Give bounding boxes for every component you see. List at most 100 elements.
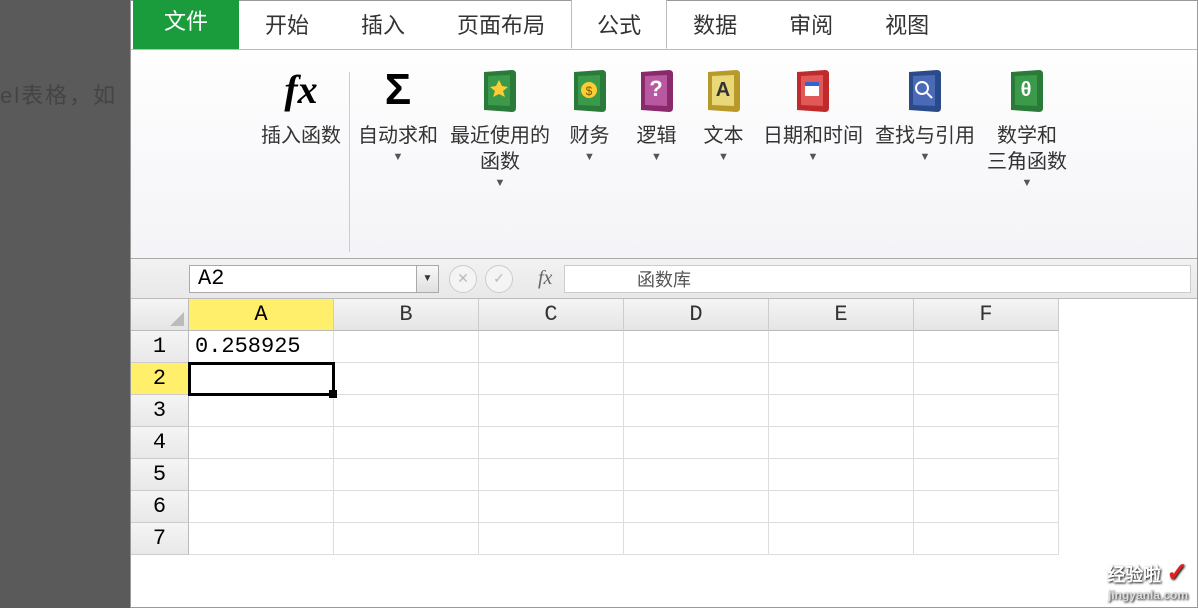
cell-b6[interactable] xyxy=(334,491,479,523)
book-theta-icon: θ xyxy=(1000,62,1055,117)
tab-review[interactable]: 审阅 xyxy=(763,0,859,49)
ribbon: fx 插入函数 Σ 自动求和 ▼ 最近使用的 函数 xyxy=(131,49,1197,259)
cell-c2[interactable] xyxy=(479,363,624,395)
cell-f3[interactable] xyxy=(914,395,1059,427)
math-button[interactable]: θ 数学和 三角函数 ▼ xyxy=(981,62,1073,189)
col-header-a[interactable]: A xyxy=(189,299,334,331)
autosum-button[interactable]: Σ 自动求和 ▼ xyxy=(352,62,444,163)
col-header-b[interactable]: B xyxy=(334,299,479,331)
cell-d6[interactable] xyxy=(624,491,769,523)
col-header-f[interactable]: F xyxy=(914,299,1059,331)
text-button[interactable]: A 文本 ▼ xyxy=(690,62,757,163)
watermark-sub: jingyanla.com xyxy=(1107,588,1188,602)
cell-c4[interactable] xyxy=(479,427,624,459)
autosum-label: 自动求和 xyxy=(358,123,438,149)
financial-button[interactable]: $ 财务 ▼ xyxy=(556,62,623,163)
datetime-button[interactable]: 日期和时间 ▼ xyxy=(757,62,869,163)
cell-e7[interactable] xyxy=(769,523,914,555)
cell-b5[interactable] xyxy=(334,459,479,491)
insert-function-button[interactable]: fx 插入函数 xyxy=(255,62,347,149)
col-header-c[interactable]: C xyxy=(479,299,624,331)
cell-f4[interactable] xyxy=(914,427,1059,459)
svg-text:θ: θ xyxy=(1021,79,1032,101)
cell-e2[interactable] xyxy=(769,363,914,395)
tab-data[interactable]: 数据 xyxy=(667,0,763,49)
recent-label: 最近使用的 函数 xyxy=(450,123,550,175)
lookup-label: 查找与引用 xyxy=(875,123,975,149)
chevron-down-icon: ▼ xyxy=(495,177,506,189)
svg-text:$: $ xyxy=(585,84,592,98)
cell-b1[interactable] xyxy=(334,331,479,363)
recent-functions-button[interactable]: 最近使用的 函数 ▼ xyxy=(444,62,556,189)
cell-c5[interactable] xyxy=(479,459,624,491)
row-header-2[interactable]: 2 xyxy=(131,363,189,395)
lookup-button[interactable]: 查找与引用 ▼ xyxy=(869,62,981,163)
cell-d2[interactable] xyxy=(624,363,769,395)
svg-text:A: A xyxy=(715,79,729,101)
chevron-down-icon: ▼ xyxy=(1022,177,1033,189)
cell-f5[interactable] xyxy=(914,459,1059,491)
cell-e5[interactable] xyxy=(769,459,914,491)
cell-c3[interactable] xyxy=(479,395,624,427)
col-header-d[interactable]: D xyxy=(624,299,769,331)
cell-e6[interactable] xyxy=(769,491,914,523)
checkmark-icon: ✓ xyxy=(1166,557,1188,587)
cell-b2[interactable] xyxy=(334,363,479,395)
tab-file[interactable]: 文件 xyxy=(133,0,239,49)
col-header-e[interactable]: E xyxy=(769,299,914,331)
cell-a1[interactable]: 0.258925 xyxy=(189,331,334,363)
cell-a5[interactable] xyxy=(189,459,334,491)
cell-e3[interactable] xyxy=(769,395,914,427)
chevron-down-icon: ▼ xyxy=(651,151,662,163)
tab-layout[interactable]: 页面布局 xyxy=(431,0,571,49)
book-text-icon: A xyxy=(696,62,751,117)
row-header-5[interactable]: 5 xyxy=(131,459,189,491)
cell-b3[interactable] xyxy=(334,395,479,427)
row-header-3[interactable]: 3 xyxy=(131,395,189,427)
cell-c1[interactable] xyxy=(479,331,624,363)
cell-f7[interactable] xyxy=(914,523,1059,555)
sigma-icon: Σ xyxy=(371,62,426,117)
cell-a2[interactable] xyxy=(189,363,334,395)
tab-insert[interactable]: 插入 xyxy=(335,0,431,49)
cell-d3[interactable] xyxy=(624,395,769,427)
cell-c7[interactable] xyxy=(479,523,624,555)
chevron-down-icon: ▼ xyxy=(718,151,729,163)
logical-button[interactable]: ? 逻辑 ▼ xyxy=(623,62,690,163)
book-money-icon: $ xyxy=(562,62,617,117)
cell-f2[interactable] xyxy=(914,363,1059,395)
cell-d7[interactable] xyxy=(624,523,769,555)
cell-b7[interactable] xyxy=(334,523,479,555)
tab-formula[interactable]: 公式 xyxy=(571,0,667,49)
row-header-6[interactable]: 6 xyxy=(131,491,189,523)
cell-f1[interactable] xyxy=(914,331,1059,363)
cell-e4[interactable] xyxy=(769,427,914,459)
cell-e1[interactable] xyxy=(769,331,914,363)
text-label: 文本 xyxy=(704,123,744,149)
excel-window: 文件 开始 插入 页面布局 公式 数据 审阅 视图 fx 插入函数 Σ xyxy=(130,0,1198,608)
cell-a6[interactable] xyxy=(189,491,334,523)
cell-a4[interactable] xyxy=(189,427,334,459)
row-header-1[interactable]: 1 xyxy=(131,331,189,363)
spreadsheet: A B C D E F 1 0.258925 2 3 xyxy=(131,299,1197,555)
cell-d4[interactable] xyxy=(624,427,769,459)
select-all-corner[interactable] xyxy=(131,299,189,331)
tab-home[interactable]: 开始 xyxy=(239,0,335,49)
cell-d5[interactable] xyxy=(624,459,769,491)
row-header-4[interactable]: 4 xyxy=(131,427,189,459)
cell-f6[interactable] xyxy=(914,491,1059,523)
chevron-down-icon: ▼ xyxy=(393,151,404,163)
background-text: el表格，如 xyxy=(0,78,117,110)
cell-a3[interactable] xyxy=(189,395,334,427)
financial-label: 财务 xyxy=(570,123,610,149)
cell-a7[interactable] xyxy=(189,523,334,555)
chevron-down-icon: ▼ xyxy=(808,151,819,163)
book-calendar-icon xyxy=(786,62,841,117)
cell-b4[interactable] xyxy=(334,427,479,459)
fx-icon: fx xyxy=(274,62,329,117)
book-search-icon xyxy=(898,62,953,117)
cell-d1[interactable] xyxy=(624,331,769,363)
cell-c6[interactable] xyxy=(479,491,624,523)
tab-view[interactable]: 视图 xyxy=(859,0,955,49)
row-header-7[interactable]: 7 xyxy=(131,523,189,555)
